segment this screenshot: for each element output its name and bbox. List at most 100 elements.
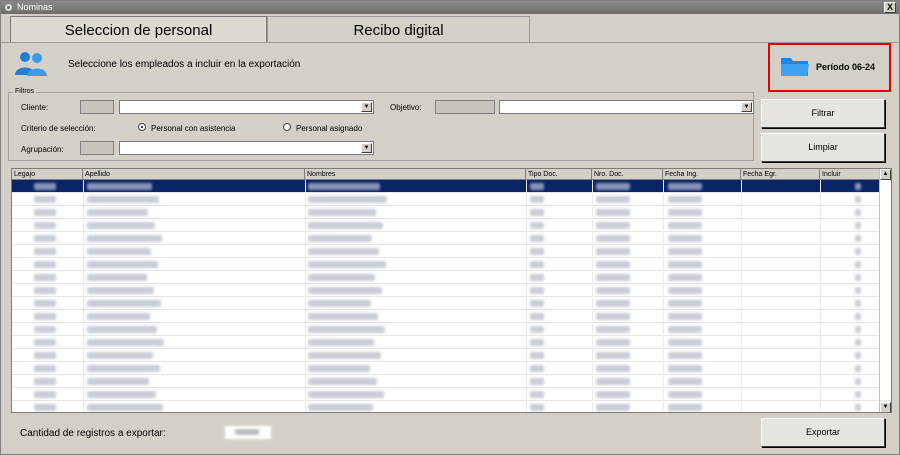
- table-cell: [668, 404, 702, 411]
- limpiar-button[interactable]: Limpiar: [761, 133, 885, 162]
- vertical-scrollbar[interactable]: ▲ ▼: [879, 169, 891, 412]
- table-cell: [530, 183, 544, 190]
- table-row[interactable]: [12, 193, 880, 206]
- nominas-window: Nominas X Seleccion de personal Recibo d…: [0, 0, 900, 455]
- col-fecha-egr[interactable]: Fecha Egr.: [741, 169, 820, 180]
- table-cell: [34, 248, 56, 255]
- incluir-checkbox[interactable]: [855, 183, 861, 190]
- table-cell: [308, 274, 375, 281]
- table-row[interactable]: [12, 297, 880, 310]
- table-cell: [596, 287, 630, 294]
- table-cell: [308, 248, 379, 255]
- incluir-checkbox[interactable]: [855, 196, 861, 203]
- incluir-checkbox[interactable]: [855, 300, 861, 307]
- table-row[interactable]: [12, 349, 880, 362]
- incluir-checkbox[interactable]: [855, 248, 861, 255]
- table-header: Legajo Apellido Nombres Tipo Doc. Nro. D…: [12, 169, 880, 180]
- col-nro-doc[interactable]: Nro. Doc.: [592, 169, 663, 180]
- radio-personal-asignado[interactable]: [283, 123, 291, 131]
- radio-asistencia-label: Personal con asistencia: [151, 124, 236, 133]
- incluir-checkbox[interactable]: [855, 209, 861, 216]
- table-cell: [596, 261, 630, 268]
- objetivo-code-input[interactable]: [435, 100, 495, 114]
- app-icon: [5, 4, 12, 11]
- table-row[interactable]: [12, 180, 880, 193]
- table-cell: [596, 235, 630, 242]
- table-cell: [87, 235, 162, 242]
- table-row[interactable]: [12, 323, 880, 336]
- table-cell: [308, 313, 378, 320]
- incluir-checkbox[interactable]: [855, 378, 861, 385]
- radio-personal-asistencia[interactable]: [138, 123, 146, 131]
- col-tipo-doc[interactable]: Tipo Doc.: [526, 169, 592, 180]
- title-bar: Nominas X: [1, 1, 899, 14]
- table-row[interactable]: [12, 219, 880, 232]
- table-cell: [530, 313, 544, 320]
- incluir-checkbox[interactable]: [855, 261, 861, 268]
- chevron-down-icon[interactable]: ▼: [361, 143, 372, 153]
- table-row[interactable]: [12, 245, 880, 258]
- filtrar-button[interactable]: Filtrar: [761, 99, 885, 128]
- cliente-combo[interactable]: ▼: [119, 100, 374, 114]
- incluir-checkbox[interactable]: [855, 352, 861, 359]
- scroll-down-icon[interactable]: ▼: [880, 402, 891, 412]
- incluir-checkbox[interactable]: [855, 313, 861, 320]
- empleados-table[interactable]: Legajo Apellido Nombres Tipo Doc. Nro. D…: [11, 168, 892, 413]
- incluir-checkbox[interactable]: [855, 235, 861, 242]
- table-cell: [87, 183, 152, 190]
- col-apellido[interactable]: Apellido: [83, 169, 305, 180]
- incluir-checkbox[interactable]: [855, 326, 861, 333]
- tab-recibo-digital[interactable]: Recibo digital: [267, 16, 530, 43]
- cliente-code-input[interactable]: [80, 100, 114, 114]
- table-cell: [87, 287, 154, 294]
- agrupacion-combo[interactable]: ▼: [119, 141, 374, 155]
- scroll-up-icon[interactable]: ▲: [880, 169, 891, 180]
- chevron-down-icon[interactable]: ▼: [361, 102, 372, 112]
- scroll-thumb[interactable]: [880, 180, 891, 400]
- periodo-highlight: Período 06-24: [768, 43, 891, 92]
- table-cell: [87, 326, 157, 333]
- table-row[interactable]: [12, 271, 880, 284]
- incluir-checkbox[interactable]: [855, 287, 861, 294]
- table-cell: [596, 378, 630, 385]
- table-row[interactable]: [12, 336, 880, 349]
- table-row[interactable]: [12, 375, 880, 388]
- incluir-checkbox[interactable]: [855, 391, 861, 398]
- table-cell: [34, 404, 56, 411]
- count-label: Cantidad de registros a exportar:: [20, 428, 166, 439]
- table-row[interactable]: [12, 232, 880, 245]
- incluir-checkbox[interactable]: [855, 365, 861, 372]
- col-incluir[interactable]: Incluir: [820, 169, 880, 180]
- exportar-button[interactable]: Exportar: [761, 418, 885, 447]
- table-row[interactable]: [12, 206, 880, 219]
- incluir-checkbox[interactable]: [855, 274, 861, 281]
- table-row[interactable]: [12, 362, 880, 375]
- table-cell: [34, 209, 56, 216]
- incluir-checkbox[interactable]: [855, 404, 861, 411]
- tab-seleccion-personal[interactable]: Seleccion de personal: [10, 16, 267, 43]
- periodo-button[interactable]: Período 06-24: [778, 54, 878, 80]
- criterio-label: Criterio de selección:: [21, 124, 96, 133]
- chevron-down-icon[interactable]: ▼: [741, 102, 752, 112]
- cliente-label: Cliente:: [21, 103, 49, 112]
- incluir-checkbox[interactable]: [855, 339, 861, 346]
- table-cell: [668, 326, 702, 333]
- col-nombres[interactable]: Nombres: [305, 169, 526, 180]
- table-row[interactable]: [12, 310, 880, 323]
- objetivo-combo[interactable]: ▼: [499, 100, 754, 114]
- table-cell: [308, 261, 386, 268]
- close-button[interactable]: X: [884, 2, 896, 13]
- table-cell: [530, 248, 544, 255]
- table-row[interactable]: [12, 258, 880, 271]
- table-row[interactable]: [12, 401, 880, 412]
- table-cell: [530, 404, 544, 411]
- table-cell: [308, 287, 382, 294]
- col-fecha-ing[interactable]: Fecha Ing.: [663, 169, 741, 180]
- table-cell: [308, 326, 385, 333]
- col-legajo[interactable]: Legajo: [12, 169, 83, 180]
- table-row[interactable]: [12, 284, 880, 297]
- agrupacion-code-input[interactable]: [80, 141, 114, 155]
- table-row[interactable]: [12, 388, 880, 401]
- incluir-checkbox[interactable]: [855, 222, 861, 229]
- periodo-label: Período 06-24: [816, 62, 876, 72]
